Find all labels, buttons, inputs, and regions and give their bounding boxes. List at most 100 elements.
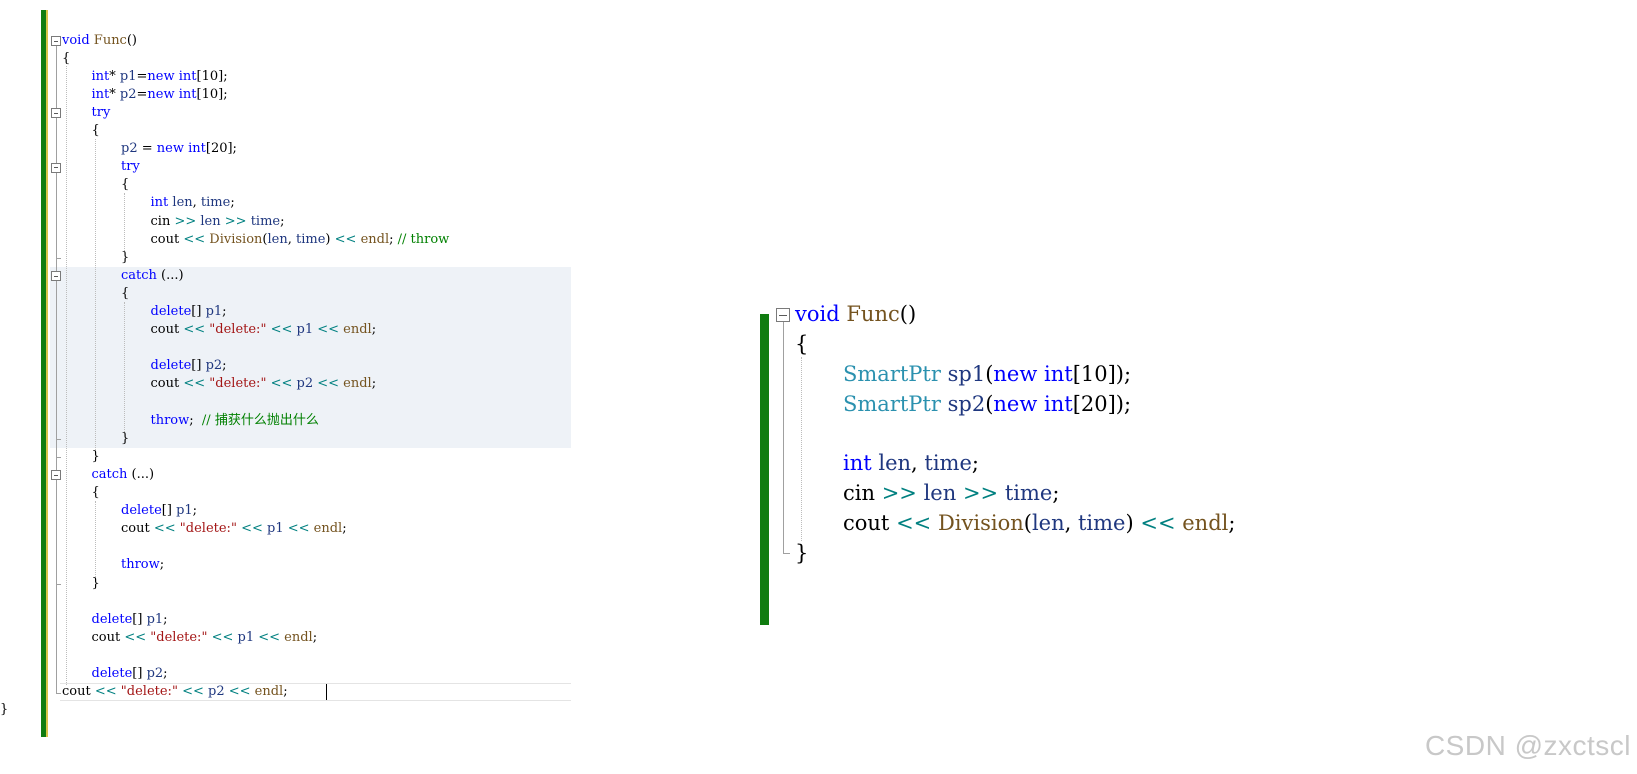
code-line: void Func() bbox=[62, 33, 137, 50]
code-token: >> bbox=[962, 481, 999, 506]
code-token: * bbox=[109, 86, 120, 102]
code-token: } bbox=[0, 702, 9, 718]
code-token: } bbox=[795, 540, 809, 565]
code-line: int len, time; bbox=[151, 195, 235, 212]
collapse-toggle-icon[interactable] bbox=[51, 470, 61, 481]
code-token: , bbox=[1064, 510, 1078, 535]
code-token: cout bbox=[150, 231, 180, 247]
code-token: p2 bbox=[205, 358, 223, 374]
code-line: { bbox=[121, 177, 129, 194]
code-line: catch (...) bbox=[92, 467, 155, 484]
code-line: { bbox=[92, 485, 100, 502]
code-token: p1 bbox=[119, 68, 137, 84]
code-token: p1 bbox=[267, 521, 284, 537]
code-token: ; bbox=[971, 451, 979, 476]
code-token: catch bbox=[91, 466, 128, 482]
code-token: { bbox=[795, 332, 809, 357]
code-line: cout << "delete:" << p2 << endl; bbox=[62, 684, 288, 701]
code-line: } bbox=[795, 540, 808, 567]
code-line: cout << Division(len, time) << endl; // … bbox=[151, 232, 450, 249]
code-token: try bbox=[121, 159, 140, 175]
collapse-toggle-icon[interactable] bbox=[51, 271, 61, 282]
code-line: p2 = new int[20]; bbox=[121, 141, 237, 158]
code-line: try bbox=[121, 159, 140, 176]
code-token: delete bbox=[150, 358, 192, 374]
code-token: (...) bbox=[156, 267, 184, 283]
code-token: p2 bbox=[208, 684, 225, 700]
code-token: << bbox=[317, 376, 340, 392]
code-line: int* p1=new int[10]; bbox=[92, 69, 228, 86]
code-token: << bbox=[317, 322, 340, 338]
csdn-watermark: CSDN @zxctscl bbox=[1424, 730, 1631, 761]
code-line: void Func() bbox=[795, 301, 916, 328]
code-token: << bbox=[94, 684, 117, 700]
code-line: } bbox=[121, 431, 129, 448]
indent-guide bbox=[95, 138, 96, 451]
code-token: = bbox=[136, 86, 148, 102]
code-token: delete bbox=[91, 666, 133, 682]
code-token: new bbox=[993, 361, 1038, 386]
code-token: << bbox=[182, 684, 204, 700]
left-code-editor[interactable]: void Func(){int* p1=new int[10]; int* p2=… bbox=[0, 0, 580, 745]
collapse-toggle-icon[interactable] bbox=[51, 162, 61, 173]
indent-guide bbox=[66, 66, 67, 686]
fold-region-end bbox=[56, 258, 61, 260]
code-token: p1 bbox=[205, 304, 223, 320]
code-token: << bbox=[896, 510, 932, 535]
code-line: delete[] p2; bbox=[151, 358, 227, 375]
code-token: new bbox=[156, 141, 184, 157]
code-token: endl bbox=[343, 376, 372, 392]
code-line: cout << "delete:" << p1 << endl; bbox=[121, 521, 347, 538]
code-token: cin bbox=[843, 481, 876, 506]
code-token: cout bbox=[121, 521, 150, 537]
code-line: cin >> len >> time; bbox=[843, 480, 1059, 507]
code-line: cin >> len >> time; bbox=[151, 214, 285, 231]
code-token: >> bbox=[174, 213, 197, 229]
code-token: ) bbox=[325, 231, 335, 247]
code-token: Func bbox=[93, 32, 127, 48]
code-token: Division bbox=[209, 231, 263, 247]
collapse-toggle-icon[interactable] bbox=[776, 308, 790, 322]
code-token: // throw bbox=[397, 231, 450, 247]
code-line: catch (...) bbox=[121, 268, 184, 285]
code-token: { bbox=[121, 285, 130, 301]
code-token: // 捕获什么抛出什么 bbox=[201, 412, 319, 428]
code-token: << bbox=[270, 376, 293, 392]
code-line: { bbox=[795, 331, 808, 358]
code-token: int bbox=[91, 86, 110, 102]
code-token: << bbox=[124, 629, 147, 645]
indent-guide bbox=[124, 301, 125, 432]
code-token: [10]; bbox=[196, 86, 228, 102]
code-token: endl bbox=[343, 322, 372, 338]
code-line: } bbox=[0, 702, 8, 719]
code-token: Division bbox=[937, 510, 1024, 535]
code-token: { bbox=[121, 177, 130, 193]
code-token: endl bbox=[1182, 510, 1229, 535]
code-token: try bbox=[91, 104, 111, 120]
code-token: , bbox=[911, 451, 925, 476]
code-line: delete[] p1; bbox=[121, 503, 197, 520]
code-token: << bbox=[183, 231, 206, 247]
code-token: << bbox=[287, 521, 310, 537]
right-code-editor[interactable]: void Func(){SmartPtr sp1(new int[10]); Sm… bbox=[755, 302, 1315, 630]
collapse-toggle-icon[interactable] bbox=[51, 108, 61, 119]
fold-region-end bbox=[56, 692, 61, 694]
code-token: [20]); bbox=[1072, 391, 1132, 416]
code-token: p1 bbox=[237, 629, 255, 645]
code-line: try bbox=[92, 105, 111, 122]
code-line: cout << "delete:" << p2 << endl; bbox=[151, 376, 377, 393]
fold-region-line bbox=[56, 172, 57, 259]
code-token: << bbox=[211, 629, 234, 645]
code-line: { bbox=[92, 123, 100, 140]
collapse-toggle-icon[interactable] bbox=[51, 36, 61, 46]
code-token: new bbox=[993, 391, 1038, 416]
code-token: ) bbox=[1125, 510, 1141, 535]
code-token: SmartPtr bbox=[843, 391, 941, 416]
left-unsaved-bar bbox=[46, 10, 48, 737]
code-line: delete[] p2; bbox=[92, 666, 168, 683]
code-token: * bbox=[109, 68, 120, 84]
code-token: = bbox=[136, 68, 148, 84]
